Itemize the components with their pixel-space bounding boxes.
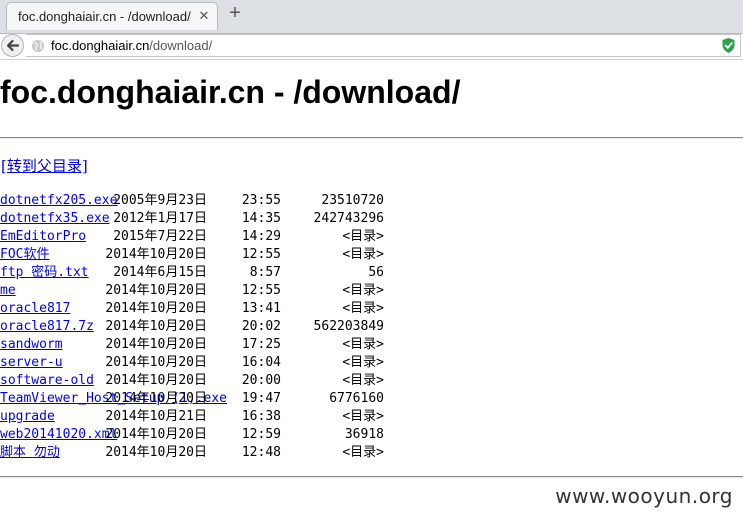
entry-link[interactable]: dotnetfx35.exe bbox=[0, 211, 110, 226]
entry-size: <目录> bbox=[342, 355, 384, 370]
shield-check-icon[interactable] bbox=[721, 37, 736, 54]
toolbar-divider bbox=[0, 59, 743, 60]
list-item: 2014年10月20日 12:55 <目录> me bbox=[0, 282, 743, 300]
entry-size: <目录> bbox=[342, 247, 384, 262]
entry-date: 2014年10月20日 bbox=[105, 247, 207, 262]
list-item: 2014年10月20日 13:41 <目录> oracle817 bbox=[0, 300, 743, 318]
close-icon[interactable]: ✕ bbox=[197, 9, 211, 23]
list-item: 2014年10月20日 19:47 6776160 TeamViewer_Host_S… bbox=[0, 390, 743, 408]
entry-link[interactable]: upgrade bbox=[0, 409, 55, 424]
entry-date: 2012年1月17日 bbox=[113, 211, 207, 226]
entry-link[interactable]: web20141020.xml bbox=[0, 427, 117, 442]
entry-size: <目录> bbox=[342, 229, 384, 244]
entry-link[interactable]: FOC软件 bbox=[0, 247, 49, 262]
entry-time: 12:59 bbox=[241, 427, 281, 442]
entry-date: 2014年10月20日 bbox=[105, 301, 207, 316]
list-item: 2014年10月20日 12:59 36918 web20141020.xml bbox=[0, 426, 743, 444]
entry-date: 2014年10月20日 bbox=[105, 283, 207, 298]
tab-strip: foc.donghaiair.cn - /download/ ✕ + bbox=[0, 0, 743, 34]
entry-date: 2014年10月20日 bbox=[105, 373, 207, 388]
entry-size: 56 bbox=[368, 265, 384, 280]
entry-size: <目录> bbox=[342, 445, 384, 460]
entry-size: <目录> bbox=[342, 283, 384, 298]
entry-link[interactable]: software-old bbox=[0, 373, 94, 388]
entry-time: 19:47 bbox=[241, 391, 281, 406]
entry-size: <目录> bbox=[342, 373, 384, 388]
list-item: 2014年10月20日 12:48 <目录> 脚本 勿动 bbox=[0, 444, 743, 462]
entry-size: <目录> bbox=[342, 409, 384, 424]
browser-tab[interactable]: foc.donghaiair.cn - /download/ ✕ bbox=[6, 2, 218, 30]
url-path: /download/ bbox=[149, 38, 213, 53]
entry-size: 562203849 bbox=[313, 319, 384, 334]
list-item: 2014年10月20日 20:02 562203849 oracle817.7z bbox=[0, 318, 743, 336]
entry-link[interactable]: oracle817 bbox=[0, 301, 70, 316]
entry-date: 2014年10月20日 bbox=[105, 319, 207, 334]
navigation-bar: foc.donghaiair.cn/download/ bbox=[0, 34, 743, 58]
entry-date: 2014年10月20日 bbox=[105, 427, 207, 442]
globe-icon bbox=[32, 40, 44, 52]
entry-link[interactable]: ftp 密码.txt bbox=[0, 265, 89, 280]
entry-date: 2005年9月23日 bbox=[113, 193, 207, 208]
entry-size: 6776160 bbox=[329, 391, 384, 406]
entry-size: 36918 bbox=[344, 427, 384, 442]
entry-time: 12:55 bbox=[241, 283, 281, 298]
entry-link[interactable]: server-u bbox=[0, 355, 63, 370]
entry-date: 2014年6月15日 bbox=[113, 265, 207, 280]
bottom-divider bbox=[0, 476, 743, 478]
entry-date: 2014年10月20日 bbox=[105, 445, 207, 460]
entry-date: 2015年7月22日 bbox=[113, 229, 207, 244]
entry-size: <目录> bbox=[342, 337, 384, 352]
list-item: 2014年10月21日 16:38 <目录> upgrade bbox=[0, 408, 743, 426]
list-item: 2014年6月15日 8:57 56 ftp 密码.txt bbox=[0, 264, 743, 282]
parent-directory-link[interactable]: [转到父目录] bbox=[1, 155, 88, 176]
entry-time: 14:29 bbox=[241, 229, 281, 244]
entry-size: 242743296 bbox=[313, 211, 384, 226]
entry-date: 2014年10月20日 bbox=[105, 391, 207, 406]
list-item: 2014年10月20日 17:25 <目录> sandworm bbox=[0, 336, 743, 354]
address-bar[interactable]: foc.donghaiair.cn/download/ bbox=[26, 34, 741, 57]
entry-time: 14:35 bbox=[241, 211, 281, 226]
entry-size: 23510720 bbox=[321, 193, 384, 208]
list-item: 2005年9月23日 23:55 23510720 dotnetfx205.exe bbox=[0, 192, 743, 210]
entry-time: 8:57 bbox=[249, 265, 281, 280]
entry-time: 20:00 bbox=[241, 373, 281, 388]
tab-title: foc.donghaiair.cn - /download/ bbox=[18, 9, 191, 24]
list-item: 2014年10月20日 16:04 <目录> server-u bbox=[0, 354, 743, 372]
back-arrow-icon bbox=[6, 39, 20, 52]
entry-time: 23:55 bbox=[241, 193, 281, 208]
file-listing: 2005年9月23日 23:55 23510720 dotnetfx205.exe 20… bbox=[0, 192, 743, 462]
entry-date: 2014年10月20日 bbox=[105, 337, 207, 352]
list-item: 2014年10月20日 12:55 <目录> FOC软件 bbox=[0, 246, 743, 264]
entry-size: <目录> bbox=[342, 301, 384, 316]
top-divider bbox=[0, 137, 743, 139]
url-host: foc.donghaiair.cn bbox=[51, 38, 150, 53]
watermark: www.wooyun.org bbox=[555, 484, 733, 508]
entry-link[interactable]: 脚本 勿动 bbox=[0, 445, 60, 460]
list-item: 2012年1月17日 14:35 242743296 dotnetfx35.exe bbox=[0, 210, 743, 228]
new-tab-button[interactable]: + bbox=[225, 3, 245, 25]
entry-link[interactable]: dotnetfx205.exe bbox=[0, 193, 117, 208]
entry-time: 12:48 bbox=[241, 445, 281, 460]
entry-time: 16:04 bbox=[241, 355, 281, 370]
url-text[interactable]: foc.donghaiair.cn/download/ bbox=[51, 38, 212, 53]
entry-link[interactable]: EmEditorPro bbox=[0, 229, 86, 244]
entry-time: 12:55 bbox=[241, 247, 281, 262]
entry-time: 16:38 bbox=[241, 409, 281, 424]
list-item: 2014年10月20日 20:00 <目录> software-old bbox=[0, 372, 743, 390]
entry-date: 2014年10月21日 bbox=[105, 409, 207, 424]
entry-link[interactable]: sandworm bbox=[0, 337, 63, 352]
entry-link[interactable]: me bbox=[0, 283, 16, 298]
entry-time: 13:41 bbox=[241, 301, 281, 316]
back-button[interactable] bbox=[1, 34, 24, 57]
list-item: 2015年7月22日 14:29 <目录> EmEditorPro bbox=[0, 228, 743, 246]
entry-time: 20:02 bbox=[241, 319, 281, 334]
page-title: foc.donghaiair.cn - /download/ bbox=[0, 74, 461, 110]
entry-date: 2014年10月20日 bbox=[105, 355, 207, 370]
entry-time: 17:25 bbox=[241, 337, 281, 352]
entry-link[interactable]: oracle817.7z bbox=[0, 319, 94, 334]
